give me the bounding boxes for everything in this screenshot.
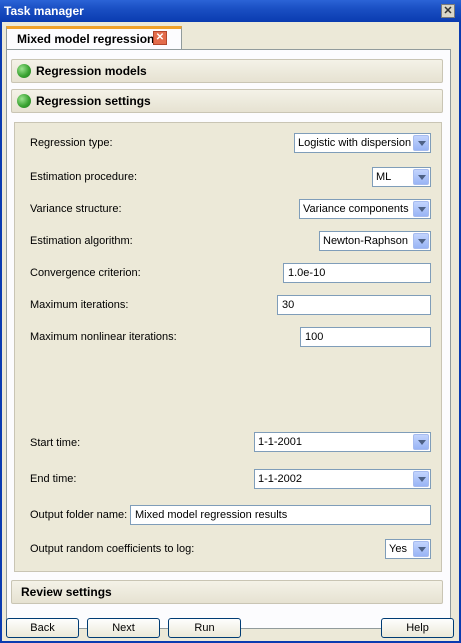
chevron-down-icon[interactable] xyxy=(413,434,429,450)
chevron-down-icon[interactable] xyxy=(413,471,429,487)
status-ok-icon xyxy=(17,94,31,108)
section-regression-models[interactable]: Regression models xyxy=(11,59,443,83)
start-time-label: Start time: xyxy=(30,437,81,449)
start-time-value: 1-1-2001 xyxy=(258,436,303,448)
maximum-nonlinear-iterations-value: 100 xyxy=(305,331,324,343)
chevron-down-icon[interactable] xyxy=(413,201,429,217)
section-regression-settings[interactable]: Regression settings xyxy=(11,89,443,113)
convergence-criterion-input[interactable]: 1.0e-10 xyxy=(283,263,431,283)
section-title: Regression models xyxy=(36,64,147,78)
maximum-iterations-value: 30 xyxy=(282,299,295,311)
tab-close-icon[interactable]: ✕ xyxy=(153,31,167,45)
help-button[interactable]: Help xyxy=(381,618,454,638)
estimation-algorithm-value: Newton-Raphson xyxy=(323,235,408,247)
section-title: Regression settings xyxy=(36,94,151,108)
maximum-iterations-label: Maximum iterations: xyxy=(30,299,129,311)
status-ok-icon xyxy=(17,64,31,78)
output-random-coefficients-select[interactable]: Yes xyxy=(385,539,431,559)
regression-type-value: Logistic with dispersion xyxy=(298,137,412,149)
title-bar: Task manager ✕ xyxy=(0,0,461,22)
end-time-label: End time: xyxy=(30,473,77,485)
maximum-iterations-input[interactable]: 30 xyxy=(277,295,431,315)
run-button[interactable]: Run xyxy=(168,618,241,638)
output-random-coefficients-label: Output random coefficients to log: xyxy=(30,543,195,555)
estimation-procedure-label: Estimation procedure: xyxy=(30,171,137,183)
window-title: Task manager xyxy=(4,4,84,18)
estimation-algorithm-select[interactable]: Newton-Raphson xyxy=(319,231,431,251)
estimation-procedure-select[interactable]: ML xyxy=(372,167,431,187)
section-title: Review settings xyxy=(21,585,112,599)
estimation-algorithm-label: Estimation algorithm: xyxy=(30,235,133,247)
output-random-coefficients-value: Yes xyxy=(389,543,407,555)
convergence-criterion-label: Convergence criterion: xyxy=(30,267,141,279)
chevron-down-icon[interactable] xyxy=(413,169,429,185)
chevron-down-icon[interactable] xyxy=(413,135,429,151)
chevron-down-icon[interactable] xyxy=(413,541,429,557)
chevron-down-icon[interactable] xyxy=(413,233,429,249)
estimation-procedure-value: ML xyxy=(376,171,392,183)
variance-structure-value: Variance components xyxy=(303,203,409,215)
back-button[interactable]: Back xyxy=(6,618,79,638)
regression-type-select[interactable]: Logistic with dispersion xyxy=(294,133,431,153)
window-close-button[interactable]: ✕ xyxy=(441,4,455,18)
start-time-select[interactable]: 1-1-2001 xyxy=(254,432,431,452)
output-folder-name-label: Output folder name: xyxy=(30,509,128,521)
maximum-nonlinear-iterations-label: Maximum nonlinear iterations: xyxy=(30,331,177,343)
end-time-select[interactable]: 1-1-2002 xyxy=(254,469,431,489)
next-button[interactable]: Next xyxy=(87,618,160,638)
output-folder-name-input[interactable]: Mixed model regression results xyxy=(130,505,431,525)
convergence-criterion-value: 1.0e-10 xyxy=(288,267,326,279)
output-folder-name-value: Mixed model regression results xyxy=(135,509,288,521)
tab-label: Mixed model regression xyxy=(17,32,155,46)
end-time-value: 1-1-2002 xyxy=(258,473,303,485)
variance-structure-select[interactable]: Variance components xyxy=(299,199,431,219)
maximum-nonlinear-iterations-input[interactable]: 100 xyxy=(300,327,431,347)
section-review-settings[interactable]: Review settings xyxy=(11,580,443,604)
regression-type-label: Regression type: xyxy=(30,137,113,149)
tab-mixed-model-regression[interactable]: Mixed model regression ✕ xyxy=(6,26,182,49)
variance-structure-label: Variance structure: xyxy=(30,203,122,215)
